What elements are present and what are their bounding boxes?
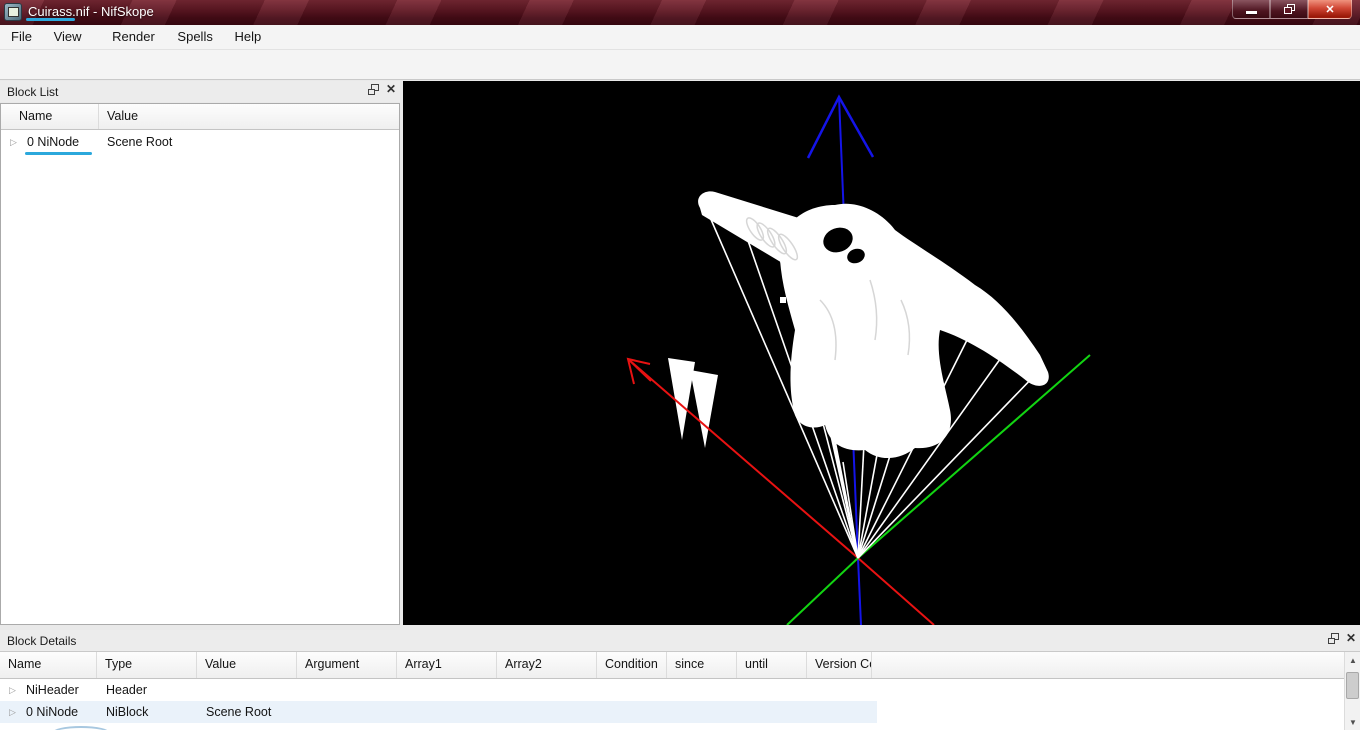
scene-canvas (403, 81, 1360, 625)
toolbar: Load Save As ++ ▼ 0.000 ↻ Reset Block De… (0, 50, 1360, 80)
minimize-icon (1246, 11, 1257, 14)
title-annotation-underline (26, 18, 75, 21)
block-details-panel: Block Details ✕ Name Type Value Argument… (0, 630, 1360, 730)
row-value: Scene Root (107, 130, 172, 154)
column-header-condition[interactable]: Condition (597, 652, 667, 678)
column-header-value[interactable]: Value (99, 104, 399, 129)
block-details-titlebar[interactable]: Block Details ✕ (0, 630, 1360, 651)
scroll-up-icon[interactable]: ▲ (1345, 652, 1360, 669)
block-list-titlebar[interactable]: Block List ✕ (0, 81, 400, 102)
block-list-title: Block List (7, 85, 58, 99)
column-header-array2[interactable]: Array2 (497, 652, 597, 678)
close-panel-icon[interactable]: ✕ (1346, 633, 1356, 644)
row-type: Header (106, 679, 147, 701)
row-name: 0 NiNode (27, 130, 79, 154)
menu-help[interactable]: Help (225, 25, 270, 44)
table-row[interactable]: ▷ 0 NiNode NiBlock Scene Root (0, 701, 1344, 723)
close-button[interactable]: ✕ (1308, 0, 1352, 19)
column-header-version-condition[interactable]: Version Condi (807, 652, 872, 678)
row-name: NiHeader (26, 679, 79, 701)
column-header-since[interactable]: since (667, 652, 737, 678)
column-header-name[interactable]: Name (1, 104, 99, 129)
column-header-type[interactable]: Type (97, 652, 197, 678)
block-list-annotation-underline (25, 152, 92, 155)
column-header-until[interactable]: until (737, 652, 807, 678)
close-panel-icon[interactable]: ✕ (386, 84, 396, 95)
window-title: Cuirass.nif - NifSkope (28, 4, 154, 19)
column-header-argument[interactable]: Argument (297, 652, 397, 678)
expander-icon[interactable]: ▷ (9, 707, 16, 718)
column-header-value[interactable]: Value (197, 652, 297, 678)
nifskope-app-icon (4, 3, 22, 21)
row-type: NiBlock (106, 701, 148, 723)
expander-icon[interactable]: ▷ (10, 137, 17, 148)
minimize-button[interactable] (1232, 0, 1270, 19)
column-header-name[interactable]: Name (0, 652, 97, 678)
menu-view[interactable]: View (45, 25, 91, 44)
table-row[interactable]: ▷ NiHeader Header (0, 679, 1344, 701)
restore-button[interactable] (1270, 0, 1308, 19)
table-row[interactable]: ▷ 0 NiNode Scene Root (1, 130, 399, 154)
render-viewport[interactable] (403, 81, 1360, 625)
close-icon: ✕ (1325, 3, 1334, 16)
restore-icon (1284, 4, 1295, 14)
title-bar: Cuirass.nif - NifSkope ✕ (0, 0, 1360, 25)
cuirass-model[interactable] (668, 191, 1049, 458)
menu-render[interactable]: Render (103, 25, 164, 44)
row-name: 0 NiNode (26, 701, 78, 723)
float-panel-icon[interactable] (368, 84, 379, 95)
block-details-header: Name Type Value Argument Array1 Array2 C… (0, 652, 1344, 679)
block-details-tree: Name Type Value Argument Array1 Array2 C… (0, 651, 1360, 730)
vertical-scrollbar[interactable]: ▲ ▼ (1344, 652, 1360, 730)
scroll-down-icon[interactable]: ▼ (1345, 714, 1360, 730)
column-header-array1[interactable]: Array1 (397, 652, 497, 678)
float-panel-icon[interactable] (1328, 633, 1339, 644)
menu-file[interactable]: File (2, 25, 41, 44)
block-list-header: Name Value (1, 104, 399, 130)
menu-spells[interactable]: Spells (168, 25, 221, 44)
block-list-panel: Block List ✕ Name Value ▷ 0 NiNode Scene… (0, 81, 400, 625)
block-details-title: Block Details (7, 634, 76, 648)
menu-bar: File View Render Spells Help (0, 25, 1360, 50)
block-list-tree: Name Value ▷ 0 NiNode Scene Root (0, 103, 400, 625)
row-value: Scene Root (206, 701, 271, 723)
scrollbar-thumb[interactable] (1346, 672, 1359, 699)
expander-icon[interactable]: ▷ (9, 685, 16, 696)
workspace: Block List ✕ Name Value ▷ 0 NiNode Scene… (0, 80, 1360, 730)
